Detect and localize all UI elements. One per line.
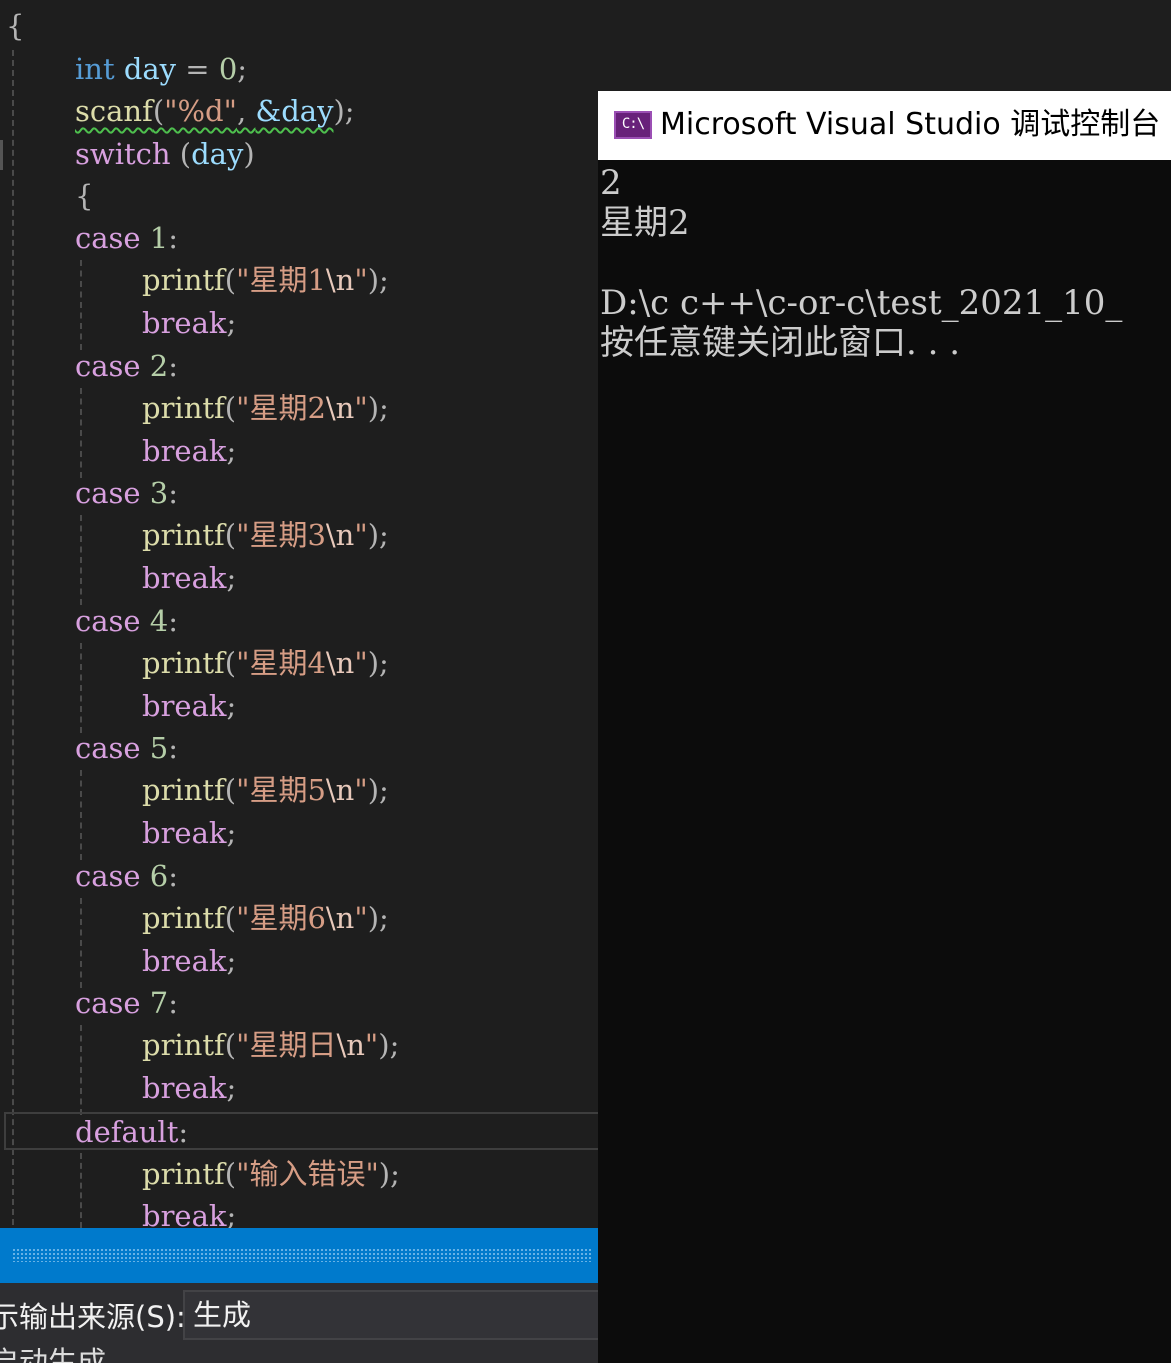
output-line: 启动生成…	[0, 1345, 136, 1363]
code-line-break-default: break;	[142, 1199, 237, 1228]
console-line: 2	[600, 163, 622, 203]
code-line-printf: printf("星期6\n");	[142, 901, 389, 935]
code-line-printf: printf("星期3\n");	[142, 518, 389, 552]
code-line-declaration: int day = 0;	[75, 52, 248, 86]
console-line: D:\c c++\c-or-c\test_2021_10_	[600, 283, 1123, 323]
code-line-printf: printf("星期5\n");	[142, 773, 389, 807]
code-line-break: break;	[142, 944, 237, 978]
code-line-break: break;	[142, 816, 237, 850]
drag-grip[interactable]	[12, 1248, 592, 1262]
code-line-case: case 7:	[75, 986, 179, 1020]
code-line-open-brace: {	[6, 9, 25, 43]
indent-guide	[80, 388, 82, 478]
code-line-case: case 6:	[75, 859, 179, 893]
output-panel-titlebar[interactable]	[0, 1228, 598, 1283]
output-text: 启动生成…	[0, 1344, 598, 1363]
change-marker	[0, 140, 3, 170]
indent-guide	[80, 770, 82, 860]
indent-guide	[80, 1025, 82, 1115]
code-line-break: break;	[142, 1071, 237, 1105]
indent-guide	[80, 515, 82, 605]
indent-guide	[12, 50, 14, 1225]
code-line-scanf: scanf("%d", &day);	[75, 94, 355, 128]
code-line-case: case 2:	[75, 349, 179, 383]
code-line-printf: printf("星期1\n");	[142, 263, 389, 297]
debug-console-window[interactable]: C:\ Microsoft Visual Studio 调试控制台 2 星期2 D:…	[598, 91, 1171, 1363]
output-source-label: 示输出来源(S):	[0, 1300, 186, 1334]
indent-guide	[80, 898, 82, 988]
output-source-dropdown[interactable]: 生成	[183, 1290, 603, 1340]
code-line-brace: {	[75, 179, 94, 213]
code-line-case: case 4:	[75, 604, 179, 638]
code-line-printf: printf("星期日\n");	[142, 1028, 400, 1062]
indent-guide	[80, 260, 82, 350]
code-line-printf: printf("星期4\n");	[142, 646, 389, 680]
indent-guide	[80, 643, 82, 733]
code-line-case: case 1:	[75, 221, 179, 255]
code-line-case: case 5:	[75, 731, 179, 765]
warning-squiggle: scanf("%d", &day	[75, 94, 334, 128]
code-line-default: default:	[75, 1115, 189, 1149]
console-line: 按任意键关闭此窗口. . .	[600, 323, 961, 363]
code-line-break: break;	[142, 306, 237, 340]
code-line-break: break;	[142, 561, 237, 595]
code-line-switch: switch (day)	[75, 137, 255, 171]
console-titlebar[interactable]: C:\ Microsoft Visual Studio 调试控制台	[598, 91, 1171, 160]
code-line-case: case 3:	[75, 476, 179, 510]
console-title: Microsoft Visual Studio 调试控制台	[660, 107, 1161, 142]
code-line-break: break;	[142, 434, 237, 468]
console-app-icon: C:\	[614, 111, 652, 139]
indent-guide	[80, 1153, 82, 1228]
code-editor[interactable]: { int day = 0; scanf("%d", &day); switch…	[0, 0, 598, 1228]
code-line-printf: printf("星期2\n");	[142, 391, 389, 425]
code-line-break: break;	[142, 689, 237, 723]
code-line-printf-default: printf("输入错误");	[142, 1157, 400, 1191]
type-keyword: int	[75, 52, 115, 86]
console-line: 星期2	[600, 203, 690, 243]
